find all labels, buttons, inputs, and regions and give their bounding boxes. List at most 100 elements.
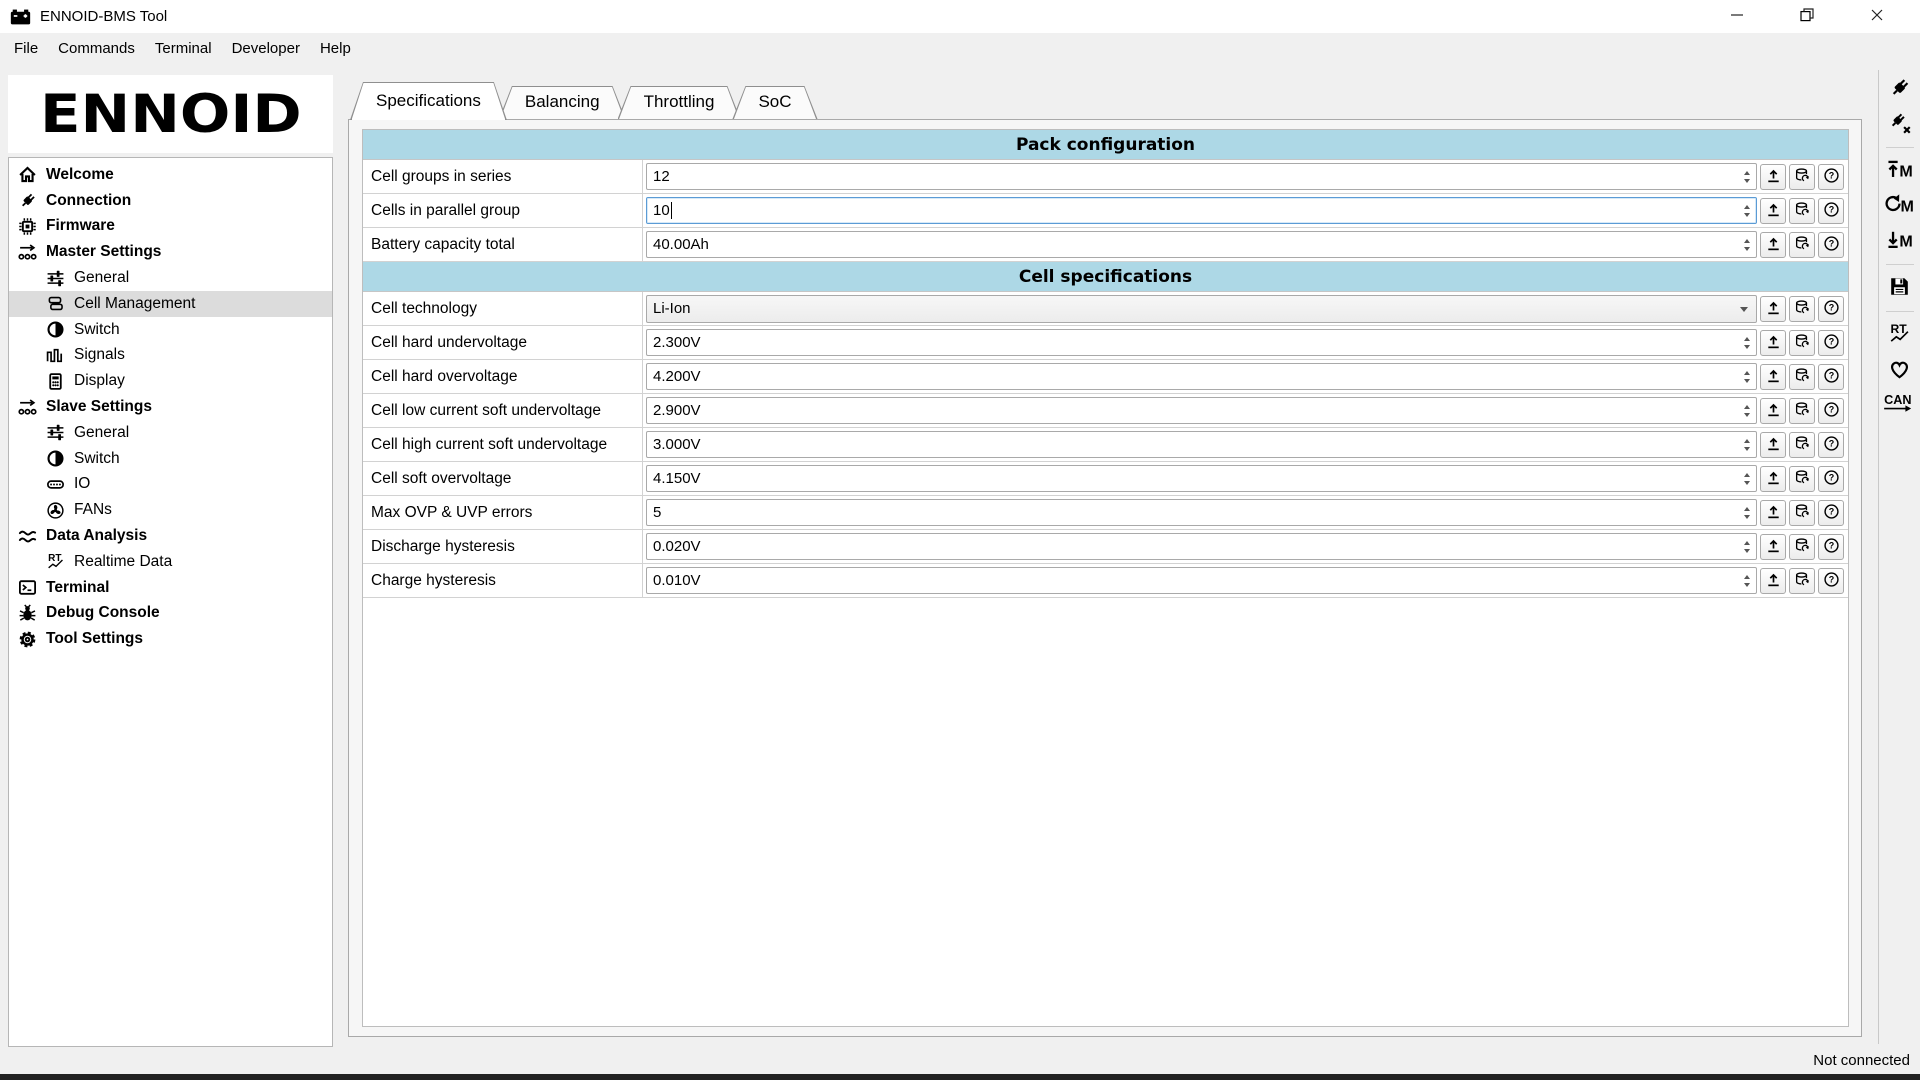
help-row-button[interactable]: ?: [1818, 232, 1844, 258]
sidebar-item-display[interactable]: Display: [9, 368, 332, 394]
sidebar-item-io[interactable]: IO: [9, 472, 332, 498]
realtime-data-button[interactable]: RT: [1882, 320, 1918, 350]
read-master-button[interactable]: M: [1882, 226, 1918, 256]
sidebar-item-welcome[interactable]: Welcome: [9, 162, 332, 188]
help-row-button[interactable]: ?: [1818, 164, 1844, 190]
spin-down-button[interactable]: [1744, 213, 1750, 217]
help-row-button[interactable]: ?: [1818, 330, 1844, 356]
write-master-button[interactable]: M: [1882, 156, 1918, 186]
write-row-button[interactable]: [1760, 364, 1786, 390]
write-row-button[interactable]: [1760, 500, 1786, 526]
spin-up-button[interactable]: [1744, 371, 1750, 375]
read-db-row-button[interactable]: [1789, 164, 1815, 190]
help-row-button[interactable]: ?: [1818, 364, 1844, 390]
read-db-row-button[interactable]: [1789, 364, 1815, 390]
read-db-row-button[interactable]: [1789, 534, 1815, 560]
spin-down-button[interactable]: [1744, 247, 1750, 251]
write-row-button[interactable]: [1760, 164, 1786, 190]
help-row-button[interactable]: ?: [1818, 500, 1844, 526]
cell-hard-overvoltage-input[interactable]: 4.200V: [646, 363, 1757, 390]
tab-soc[interactable]: SoC: [732, 86, 817, 119]
close-button[interactable]: [1842, 0, 1912, 33]
read-db-row-button[interactable]: [1789, 330, 1815, 356]
spin-down-button[interactable]: [1744, 345, 1750, 349]
disconnect-button[interactable]: [1882, 109, 1918, 139]
spin-down-button[interactable]: [1744, 179, 1750, 183]
cell-technology-select[interactable]: Li-Ion: [646, 295, 1757, 323]
spin-up-button[interactable]: [1744, 405, 1750, 409]
spin-down-button[interactable]: [1744, 515, 1750, 519]
write-row-button[interactable]: [1760, 466, 1786, 492]
spin-up-button[interactable]: [1744, 205, 1750, 209]
sidebar-item-master-settings[interactable]: Master Settings: [9, 239, 332, 265]
tab-throttling[interactable]: Throttling: [618, 86, 741, 119]
spin-up-button[interactable]: [1744, 171, 1750, 175]
spin-down-button[interactable]: [1744, 447, 1750, 451]
minimize-button[interactable]: [1702, 0, 1772, 33]
cell-soft-overvoltage-input[interactable]: 4.150V: [646, 465, 1757, 492]
sidebar-item-connection[interactable]: Connection: [9, 188, 332, 214]
can-scan-button[interactable]: CAN: [1882, 390, 1918, 420]
spin-up-button[interactable]: [1744, 239, 1750, 243]
sidebar-item-switch[interactable]: Switch: [9, 446, 332, 472]
spin-up-button[interactable]: [1744, 473, 1750, 477]
menu-commands[interactable]: Commands: [48, 33, 145, 63]
cell-groups-in-series-input[interactable]: 12: [646, 163, 1757, 190]
help-row-button[interactable]: ?: [1818, 432, 1844, 458]
read-db-row-button[interactable]: [1789, 568, 1815, 594]
menu-terminal[interactable]: Terminal: [145, 33, 222, 63]
help-row-button[interactable]: ?: [1818, 198, 1844, 224]
sidebar-item-switch[interactable]: Switch: [9, 317, 332, 343]
sidebar-item-firmware[interactable]: Firmware: [9, 214, 332, 240]
spin-up-button[interactable]: [1744, 507, 1750, 511]
read-db-row-button[interactable]: [1789, 432, 1815, 458]
spin-up-button[interactable]: [1744, 575, 1750, 579]
battery-capacity-total-input[interactable]: 40.00Ah: [646, 231, 1757, 258]
sidebar-item-terminal[interactable]: Terminal: [9, 575, 332, 601]
spin-up-button[interactable]: [1744, 541, 1750, 545]
help-row-button[interactable]: ?: [1818, 534, 1844, 560]
connect-button[interactable]: [1882, 74, 1918, 104]
read-db-row-button[interactable]: [1789, 198, 1815, 224]
spin-up-button[interactable]: [1744, 337, 1750, 341]
sidebar-item-general[interactable]: General: [9, 265, 332, 291]
sidebar-item-cell-management[interactable]: Cell Management: [9, 291, 332, 317]
write-row-button[interactable]: [1760, 330, 1786, 356]
write-row-button[interactable]: [1760, 398, 1786, 424]
sidebar-item-fans[interactable]: FANs: [9, 497, 332, 523]
sidebar-item-tool-settings[interactable]: Tool Settings: [9, 626, 332, 652]
write-row-button[interactable]: [1760, 432, 1786, 458]
write-row-button[interactable]: [1760, 296, 1786, 322]
sidebar-item-debug-console[interactable]: Debug Console: [9, 601, 332, 627]
menu-developer[interactable]: Developer: [222, 33, 310, 63]
cell-hard-undervoltage-input[interactable]: 2.300V: [646, 329, 1757, 356]
help-row-button[interactable]: ?: [1818, 398, 1844, 424]
cell-high-current-soft-undervoltage-input[interactable]: 3.000V: [646, 431, 1757, 458]
write-row-button[interactable]: [1760, 568, 1786, 594]
write-row-button[interactable]: [1760, 198, 1786, 224]
charge-hysteresis-input[interactable]: 0.010V: [646, 567, 1757, 594]
sidebar-item-slave-settings[interactable]: Slave Settings: [9, 394, 332, 420]
spin-down-button[interactable]: [1744, 583, 1750, 587]
spin-down-button[interactable]: [1744, 481, 1750, 485]
spin-down-button[interactable]: [1744, 379, 1750, 383]
help-row-button[interactable]: ?: [1818, 296, 1844, 322]
spin-up-button[interactable]: [1744, 439, 1750, 443]
save-button[interactable]: [1882, 273, 1918, 303]
menu-help[interactable]: Help: [310, 33, 361, 63]
sidebar-item-data-analysis[interactable]: Data Analysis: [9, 523, 332, 549]
spin-down-button[interactable]: [1744, 549, 1750, 553]
heartbeat-button[interactable]: [1882, 355, 1918, 385]
read-db-row-button[interactable]: [1789, 466, 1815, 492]
help-row-button[interactable]: ?: [1818, 466, 1844, 492]
write-row-button[interactable]: [1760, 232, 1786, 258]
sidebar-item-realtime-data[interactable]: RTRealtime Data: [9, 549, 332, 575]
read-db-row-button[interactable]: [1789, 232, 1815, 258]
max-ovp-uvp-errors-input[interactable]: 5: [646, 499, 1757, 526]
cell-low-current-soft-undervoltage-input[interactable]: 2.900V: [646, 397, 1757, 424]
read-db-row-button[interactable]: [1789, 296, 1815, 322]
menu-file[interactable]: File: [4, 33, 48, 63]
help-row-button[interactable]: ?: [1818, 568, 1844, 594]
sidebar-item-signals[interactable]: Signals: [9, 343, 332, 369]
sidebar-item-general[interactable]: General: [9, 420, 332, 446]
